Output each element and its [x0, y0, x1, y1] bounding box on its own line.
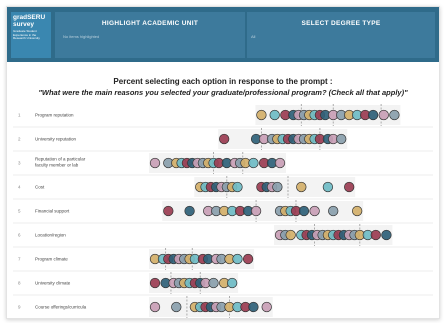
data-point — [149, 157, 161, 169]
data-point — [250, 205, 262, 217]
data-point — [285, 229, 296, 241]
data-point — [184, 205, 195, 217]
row-number: 9 — [18, 305, 21, 310]
row-label: Cost — [35, 185, 45, 190]
data-point — [269, 109, 280, 121]
data-point — [322, 181, 334, 193]
row-number: 4 — [18, 185, 21, 190]
data-point — [272, 181, 283, 193]
row-label: Reputation of a particular faculty member… — [35, 157, 86, 168]
data-point — [219, 133, 230, 145]
data-point — [381, 229, 392, 241]
data-point — [261, 301, 272, 313]
row-label-line: faculty member or lab — [35, 163, 79, 168]
data-point — [370, 229, 381, 241]
row-number: 8 — [18, 281, 21, 286]
row-label: Financial support — [35, 209, 70, 214]
data-point — [232, 181, 243, 193]
data-point — [389, 109, 400, 121]
data-point — [226, 277, 238, 289]
data-point — [298, 205, 310, 217]
data-point — [352, 205, 363, 217]
data-point — [248, 301, 259, 313]
data-point — [367, 109, 379, 121]
data-point — [328, 205, 339, 217]
row-label: Program reputation — [35, 113, 74, 118]
row-label: Location/region — [35, 233, 66, 238]
dashboard-card: gradSERU survey Graduate Student Experie… — [6, 6, 440, 319]
data-point — [336, 133, 347, 145]
row-number: 7 — [18, 257, 21, 262]
row-number: 2 — [18, 137, 21, 142]
dot-plot: 1 Program reputation 2 University reputatio… — [13, 104, 433, 318]
data-point — [248, 157, 259, 169]
data-point — [208, 277, 219, 289]
data-point — [344, 181, 355, 193]
data-point — [171, 301, 182, 313]
row-label: Course offerings/curricula — [35, 305, 87, 310]
row-number: 6 — [18, 233, 21, 238]
data-point — [163, 205, 174, 217]
row-number: 5 — [18, 209, 21, 214]
row-number: 1 — [18, 113, 21, 118]
data-point — [149, 277, 161, 289]
row-label: University reputation — [35, 137, 77, 142]
row-label: University climate — [35, 281, 71, 286]
row-label: Program climate — [35, 257, 68, 262]
row-label-line: Reputation of a particular — [35, 157, 86, 162]
data-point — [256, 109, 267, 121]
row-number: 3 — [18, 161, 21, 166]
data-point — [378, 109, 389, 121]
data-point — [296, 181, 307, 193]
data-point — [242, 253, 254, 265]
data-point — [274, 157, 286, 169]
data-point — [309, 205, 320, 217]
data-point — [232, 253, 243, 265]
data-point — [149, 301, 161, 313]
